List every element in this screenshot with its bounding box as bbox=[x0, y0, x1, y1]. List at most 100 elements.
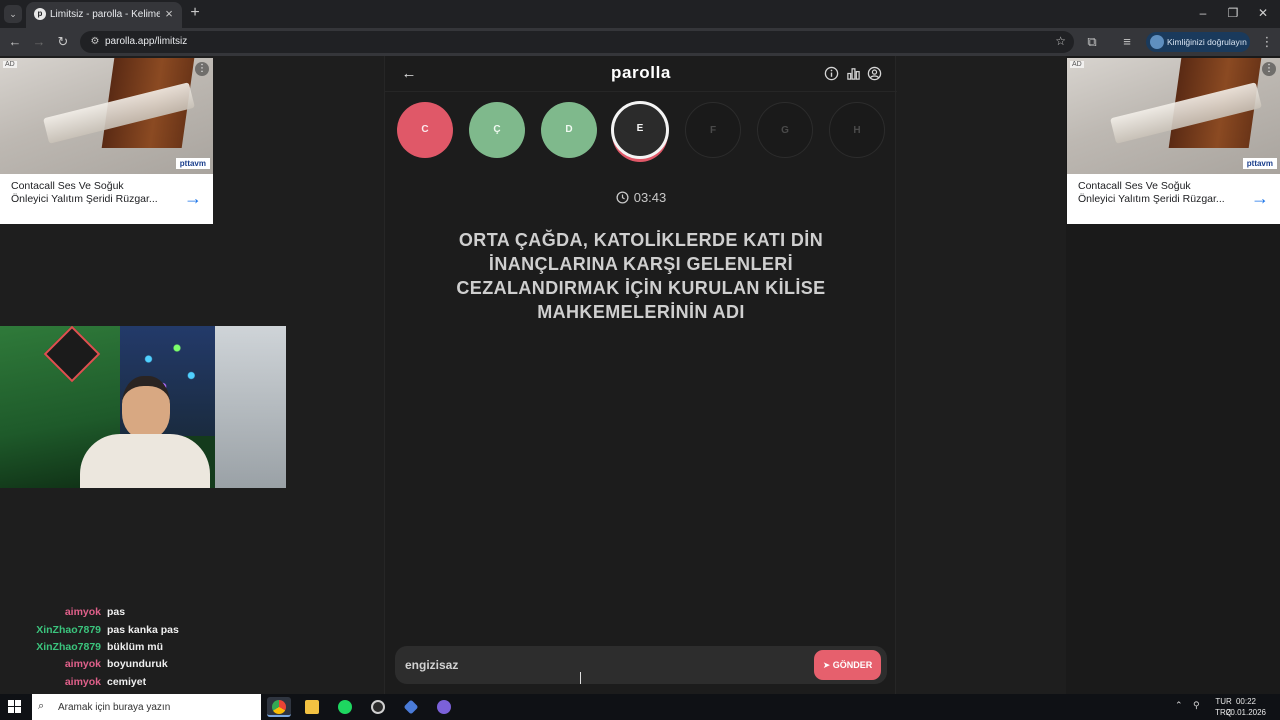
site-info-icon[interactable]: ⚙ bbox=[88, 35, 102, 49]
page-content: AD ⋮ pttavm Contacall Ses Ve Soğuk Önley… bbox=[0, 56, 1280, 694]
close-window-icon[interactable]: ✕ bbox=[1252, 4, 1274, 22]
clock-date: 20.01.2026 bbox=[1225, 708, 1266, 717]
ad-more-icon[interactable]: ⋮ bbox=[1262, 62, 1276, 76]
question-text: ORTA ÇAĞDA, KATOLİKLERDE KATI DİN İNANÇL… bbox=[456, 230, 826, 322]
send-button[interactable]: ➤ GÖNDER bbox=[814, 650, 881, 680]
letter-circle-h[interactable]: H bbox=[829, 102, 885, 158]
profile-button[interactable]: Kimliğinizi doğrulayın bbox=[1146, 32, 1250, 52]
text-cursor-icon bbox=[580, 672, 586, 684]
restore-icon[interactable]: ❐ bbox=[1222, 4, 1244, 22]
clock-time: 00:22 bbox=[1235, 697, 1256, 706]
webcam-person-body bbox=[80, 434, 210, 488]
chat-username: aimyok bbox=[64, 606, 101, 618]
letter-circle-d[interactable]: D bbox=[541, 102, 597, 158]
chat-text: cemiyet bbox=[107, 676, 147, 688]
folder-icon bbox=[305, 700, 319, 714]
game-header: ← parolla bbox=[385, 56, 897, 92]
windows-taskbar: ⌕ Aramak için buraya yazın ⌃ ⚲ TUR TRQ 0… bbox=[0, 694, 1280, 720]
chat-message: aimyok boyunduruk bbox=[0, 658, 213, 675]
minimize-icon[interactable]: – bbox=[1192, 4, 1214, 22]
spotify-app-icon[interactable] bbox=[333, 697, 357, 717]
ad-text: Contacall Ses Ve Soğuk Önleyici Yalıtım … bbox=[11, 180, 158, 205]
bookmark-star-icon[interactable]: ☆ bbox=[1055, 34, 1066, 48]
chat-username: aimyok bbox=[64, 658, 101, 670]
obs-app-icon[interactable] bbox=[366, 697, 390, 717]
letter-circle-c[interactable]: C bbox=[397, 102, 453, 158]
webcam-wall bbox=[215, 326, 286, 488]
letter-circle-e-active[interactable]: E bbox=[611, 101, 669, 159]
send-label: GÖNDER bbox=[832, 660, 873, 670]
new-tab-icon[interactable]: + bbox=[186, 4, 204, 22]
search-icon: ⌕ bbox=[38, 700, 45, 712]
game-panel: ← parolla C Ç D E F G H 03:43 ORTA ÇAĞDA… bbox=[384, 56, 897, 694]
clock-icon bbox=[616, 191, 629, 204]
forward-icon[interactable]: → bbox=[30, 33, 48, 51]
chat-username: XinZhao7879 bbox=[36, 624, 101, 636]
ad-image bbox=[1067, 58, 1280, 174]
chat-message: aimyok pas bbox=[0, 606, 213, 623]
chrome-icon bbox=[272, 700, 286, 714]
discord-icon bbox=[437, 700, 451, 714]
ad-brand: pttavm bbox=[175, 158, 210, 169]
ad-more-icon[interactable]: ⋮ bbox=[195, 62, 209, 76]
ad-arrow-icon[interactable]: → bbox=[1250, 188, 1270, 208]
chrome-app-icon[interactable] bbox=[267, 697, 291, 717]
reload-icon[interactable]: ↻ bbox=[54, 33, 72, 51]
profile-icon[interactable] bbox=[867, 66, 882, 81]
tray-network-icon[interactable]: ⚲ bbox=[1193, 700, 1200, 711]
address-bar[interactable]: ⚙ parolla.app/limitsiz ☆ bbox=[80, 31, 1074, 53]
back-icon[interactable]: ← bbox=[6, 33, 24, 51]
explorer-app-icon[interactable] bbox=[300, 697, 324, 717]
app-icon[interactable] bbox=[399, 697, 423, 717]
letter-circle-g[interactable]: G bbox=[757, 102, 813, 158]
browser-tabbar: ⌄ p Limitsiz - parolla - Kelime oyunu × … bbox=[0, 0, 1280, 28]
more-menu-icon[interactable]: ⋮ bbox=[1258, 33, 1276, 51]
taskbar-search[interactable]: ⌕ Aramak için buraya yazın bbox=[32, 694, 261, 720]
ad-arrow-icon[interactable]: → bbox=[183, 188, 203, 208]
chat-message: aimyok cemiyet bbox=[0, 676, 213, 693]
screen: ⌄ p Limitsiz - parolla - Kelime oyunu × … bbox=[0, 0, 1280, 720]
webcam-overlay bbox=[0, 326, 286, 488]
chat-text: pas bbox=[107, 606, 126, 618]
extensions-icon[interactable]: ⧉ bbox=[1083, 33, 1101, 51]
ad-brand: pttavm bbox=[1242, 158, 1277, 169]
chat-text: pas kanka pas bbox=[107, 624, 179, 636]
diamond-app-icon bbox=[403, 699, 419, 715]
obs-icon bbox=[371, 700, 385, 714]
tray-chevron-icon[interactable]: ⌃ bbox=[1175, 700, 1183, 711]
answer-input[interactable] bbox=[405, 655, 805, 675]
favicon-icon: p bbox=[34, 8, 46, 20]
media-control-icon[interactable]: ≡ bbox=[1118, 33, 1136, 51]
tab-search-button[interactable]: ⌄ bbox=[4, 5, 22, 23]
chat-message: XinZhao7879 büklüm mü bbox=[0, 641, 213, 658]
taskbar-search-placeholder: Aramak için buraya yazın bbox=[58, 702, 171, 713]
ad-badge: AD bbox=[1070, 61, 1084, 68]
ad-image bbox=[0, 58, 213, 174]
profile-label: Kimliğinizi doğrulayın bbox=[1167, 37, 1247, 47]
game-logo: parolla bbox=[611, 63, 671, 82]
ad-right[interactable]: AD ⋮ pttavm Contacall Ses Ve Soğuk Önley… bbox=[1067, 58, 1280, 224]
answer-bar: ➤ GÖNDER bbox=[395, 646, 887, 684]
chat-username: aimyok bbox=[64, 676, 101, 688]
spotify-icon bbox=[338, 700, 352, 714]
discord-app-icon[interactable] bbox=[432, 697, 456, 717]
webcam-person-head bbox=[122, 376, 170, 438]
webcam-person bbox=[80, 366, 210, 488]
send-icon: ➤ bbox=[822, 660, 833, 670]
tab-title: Limitsiz - parolla - Kelime oyunu bbox=[50, 9, 160, 20]
browser-tab[interactable]: p Limitsiz - parolla - Kelime oyunu × bbox=[26, 2, 182, 28]
stats-icon[interactable] bbox=[846, 66, 861, 81]
address-url: parolla.app/limitsiz bbox=[105, 36, 188, 47]
letter-circle-cc[interactable]: Ç bbox=[469, 102, 525, 158]
ad-badge: AD bbox=[3, 61, 17, 68]
timer-value: 03:43 bbox=[633, 190, 667, 205]
taskbar-clock[interactable]: 00:22 20.01.2026 bbox=[1226, 696, 1266, 718]
chat-message: XinZhao7879 pas kanka pas bbox=[0, 624, 213, 641]
letter-track: C Ç D E F G H bbox=[385, 101, 897, 162]
info-icon[interactable] bbox=[824, 66, 839, 81]
chat-text: büklüm mü bbox=[107, 641, 164, 653]
tab-close-icon[interactable]: × bbox=[162, 7, 176, 21]
ad-left[interactable]: AD ⋮ pttavm Contacall Ses Ve Soğuk Önley… bbox=[0, 58, 213, 224]
letter-circle-f[interactable]: F bbox=[685, 102, 741, 158]
windows-start-icon[interactable] bbox=[8, 700, 22, 714]
